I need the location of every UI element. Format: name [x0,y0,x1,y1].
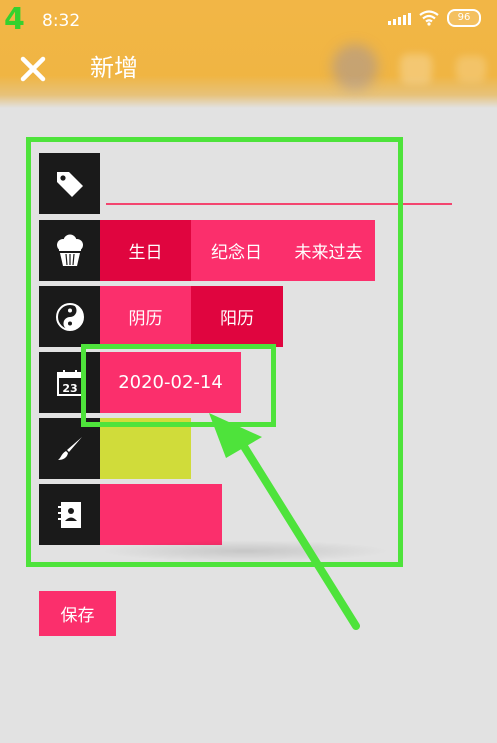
annotation-arrow-icon [209,413,360,630]
